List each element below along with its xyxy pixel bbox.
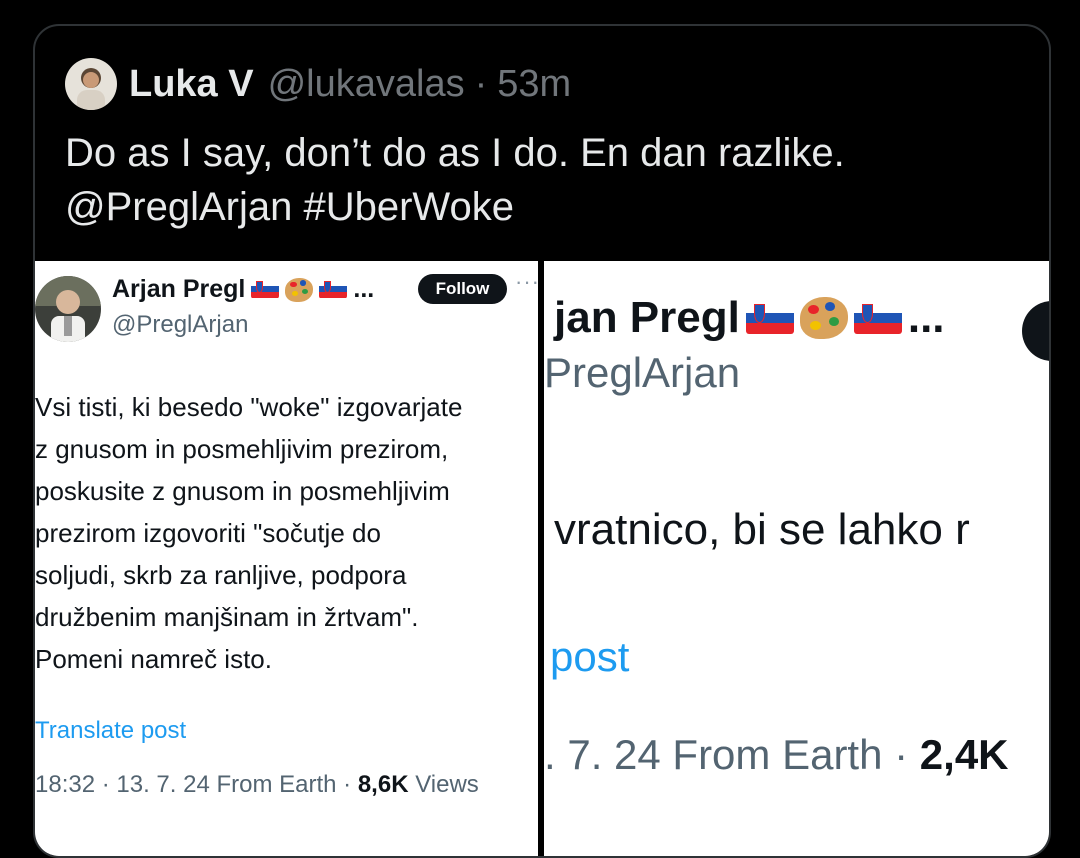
post-body: Vsi tisti, ki besedo "woke" izgovarjate … (35, 386, 535, 680)
quote-text-line[interactable]: @PreglArjan #UberWoke (65, 180, 845, 234)
slovenia-flag-icon (745, 302, 794, 334)
post-body-line: Vsi tisti, ki besedo "woke" izgovarjate (35, 392, 463, 422)
avatar (35, 276, 101, 342)
views-count: 2,4K (919, 731, 1009, 778)
slovenia-flag-icon (251, 280, 280, 299)
more-options-icon: ··· (515, 269, 538, 294)
post-author-name: Arjan Pregl ... (112, 275, 374, 304)
name-text: Arjan Pregl (112, 275, 246, 303)
attached-image-left[interactable]: Arjan Pregl ... @PreglArjan Follow ··· V… (35, 261, 538, 856)
post-author-name: jan Pregl ... (554, 293, 945, 343)
post-body-line: prezirom izgovoriti "sočutje do (35, 518, 381, 548)
post-body-line: družbenim manjšinam in žrtvam". (35, 602, 419, 632)
views-count: 8,6K (357, 771, 409, 798)
post-meta-text: 18:32 · 13. 7. 24 From Earth · (35, 771, 358, 798)
name-text: jan Pregl (554, 293, 740, 342)
post-body-line: soljudi, skrb za ranljive, podpora (35, 560, 407, 590)
post-body: vratnico, bi se lahko r (554, 505, 970, 554)
post-meta: 18:32 · 13. 7. 24 From Earth · 8,6K View… (35, 771, 479, 799)
author-handle[interactable]: @lukavalas (268, 63, 465, 106)
quote-header: Luka V @lukavalas · 53m (65, 56, 571, 112)
artist-palette-icon (799, 297, 848, 339)
name-ellipsis: ... (353, 275, 375, 303)
quote-tweet-card[interactable]: Luka V @lukavalas · 53m Do as I say, don… (33, 24, 1051, 858)
author-name[interactable]: Luka V (129, 63, 254, 106)
separator-dot: · (474, 62, 488, 105)
follow-button (1022, 301, 1049, 361)
post-body-line: z gnusom in posmehljivim prezirom, (35, 434, 449, 464)
post-author-handle: PreglArjan (544, 349, 741, 396)
artist-palette-icon (285, 277, 314, 302)
post-meta: . 7. 24 From Earth · 2,4K (544, 731, 1009, 779)
avatar[interactable] (65, 58, 117, 110)
slovenia-flag-icon (853, 302, 902, 334)
translate-post-link: Translate post (35, 717, 187, 744)
slovenia-flag-icon (319, 280, 348, 299)
post-meta-text: . 7. 24 From Earth · (544, 731, 920, 778)
translate-post-link: post (550, 633, 630, 680)
quote-text-line: Do as I say, don’t do as I do. En dan ra… (65, 131, 845, 175)
follow-button: Follow (418, 274, 507, 304)
post-body-line: poskusite z gnusom in posmehljivim (35, 476, 450, 506)
timestamp[interactable]: 53m (497, 63, 571, 106)
attached-image-right[interactable]: jan Pregl ... PreglArjan vratnico, bi se… (544, 261, 1049, 856)
post-author-handle: @PreglArjan (112, 311, 249, 338)
post-body-line: Pomeni namreč isto. (35, 644, 272, 674)
quote-text: Do as I say, don’t do as I do. En dan ra… (65, 126, 845, 234)
name-ellipsis: ... (907, 293, 945, 342)
views-label: Views (408, 771, 479, 798)
